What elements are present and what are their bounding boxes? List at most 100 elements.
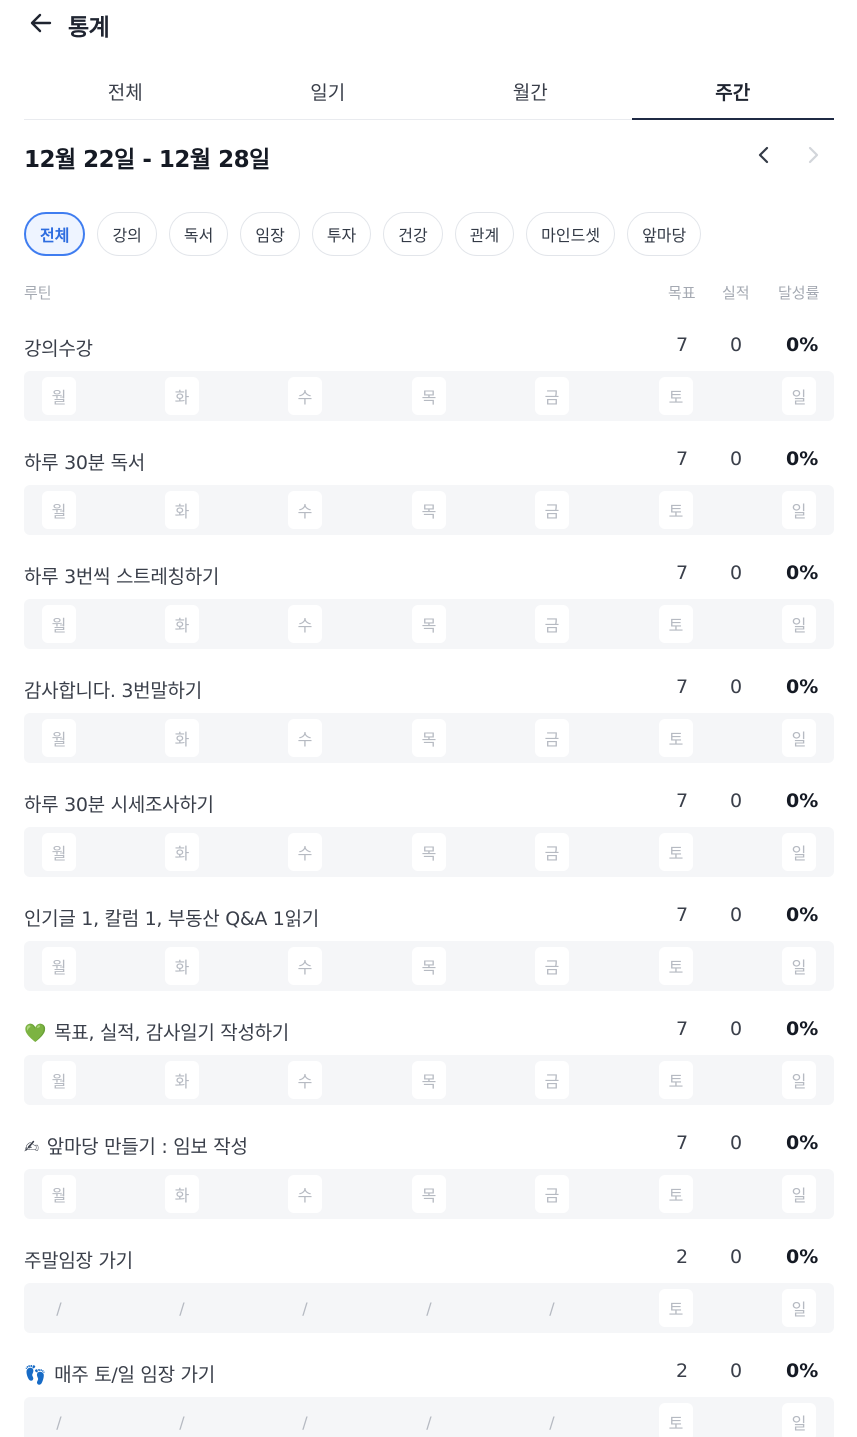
routine-title-text: 매주 토/일 임장 가기 <box>54 1364 215 1386</box>
day-cell[interactable]: 수 <box>288 719 322 757</box>
day-cell[interactable]: 목 <box>412 377 446 415</box>
routine-goal: 7 <box>676 676 689 698</box>
routine-row[interactable]: 하루 30분 독서 7 0 0% 월 화 수 목 금 토 일 <box>24 440 834 554</box>
day-cell[interactable]: 토 <box>659 719 693 757</box>
day-cell[interactable]: 일 <box>782 377 816 415</box>
day-cell[interactable]: 일 <box>782 491 816 529</box>
routine-row[interactable]: 주말임장 가기 2 0 0% / / / / / 토 일 <box>24 1238 834 1352</box>
day-cell[interactable]: 금 <box>535 833 569 871</box>
day-cell[interactable]: 토 <box>659 377 693 415</box>
day-cell[interactable]: 금 <box>535 491 569 529</box>
chip-reading[interactable]: 독서 <box>168 212 229 256</box>
day-cell[interactable]: 수 <box>288 1061 322 1099</box>
routine-row[interactable]: 👣 매주 토/일 임장 가기 2 0 0% / / / / / 토 일 <box>24 1352 834 1437</box>
day-cell[interactable]: 수 <box>288 377 322 415</box>
tab-monthly[interactable]: 월간 <box>429 68 632 119</box>
day-cell-unscheduled: / <box>302 1412 308 1432</box>
day-cell[interactable]: 금 <box>535 377 569 415</box>
routine-title: 강의수강 <box>24 334 93 361</box>
day-cell[interactable]: 금 <box>535 719 569 757</box>
day-cell[interactable]: 목 <box>412 947 446 985</box>
day-cell[interactable]: 수 <box>288 1175 322 1213</box>
day-cell[interactable]: 수 <box>288 833 322 871</box>
day-cell[interactable]: 월 <box>42 1061 76 1099</box>
day-cell[interactable]: 일 <box>782 833 816 871</box>
routine-row[interactable]: 💚 목표, 실적, 감사일기 작성하기 7 0 0% 월 화 수 목 금 토 일 <box>24 1010 834 1124</box>
day-cell[interactable]: 토 <box>659 1289 693 1327</box>
day-cell[interactable]: 목 <box>412 719 446 757</box>
day-cell[interactable]: 화 <box>165 947 199 985</box>
day-cell-unscheduled: / <box>56 1298 62 1318</box>
day-cell[interactable]: 목 <box>412 605 446 643</box>
chip-health[interactable]: 건강 <box>383 212 443 256</box>
day-cell[interactable]: 목 <box>412 491 446 529</box>
routine-row[interactable]: 하루 3번씩 스트레칭하기 7 0 0% 월 화 수 목 금 토 일 <box>24 554 834 668</box>
routine-row[interactable]: 감사합니다. 3번말하기 7 0 0% 월 화 수 목 금 토 일 <box>24 668 834 782</box>
day-cell[interactable]: 월 <box>42 605 76 643</box>
tab-all[interactable]: 전체 <box>24 68 227 119</box>
day-cell[interactable]: 월 <box>42 947 76 985</box>
previous-week-chevron-icon[interactable] <box>751 142 777 168</box>
chip-site-visit[interactable]: 임장 <box>240 212 300 256</box>
day-cell[interactable]: 토 <box>659 833 693 871</box>
day-cell[interactable]: 월 <box>42 491 76 529</box>
day-cell[interactable]: 토 <box>659 947 693 985</box>
routine-rate: 0% <box>786 562 819 584</box>
day-cell[interactable]: 목 <box>412 1175 446 1213</box>
day-cell[interactable]: 월 <box>42 377 76 415</box>
day-cell[interactable]: 일 <box>782 947 816 985</box>
routine-rate: 0% <box>786 904 819 926</box>
chip-relationship[interactable]: 관계 <box>454 212 515 256</box>
day-cell[interactable]: 수 <box>288 947 322 985</box>
tab-weekly[interactable]: 주간 <box>631 68 835 120</box>
tab-diary[interactable]: 일기 <box>227 68 430 119</box>
chip-all[interactable]: 전체 <box>24 212 86 256</box>
day-cell[interactable]: 금 <box>535 605 569 643</box>
day-cell[interactable]: 목 <box>412 1061 446 1099</box>
day-cell[interactable]: 토 <box>659 1403 693 1437</box>
chip-mindset[interactable]: 마인드셋 <box>526 212 616 256</box>
day-cell[interactable]: 월 <box>42 833 76 871</box>
routine-actual: 0 <box>730 448 743 470</box>
routine-row[interactable]: 하루 30분 시세조사하기 7 0 0% 월 화 수 목 금 토 일 <box>24 782 834 896</box>
day-cell[interactable]: 수 <box>288 491 322 529</box>
routine-title: 💚 목표, 실적, 감사일기 작성하기 <box>24 1018 289 1045</box>
day-cell[interactable]: 화 <box>165 491 199 529</box>
day-cell[interactable]: 토 <box>659 1061 693 1099</box>
day-cell[interactable]: 일 <box>782 719 816 757</box>
day-cell[interactable]: 일 <box>782 1175 816 1213</box>
day-cell[interactable]: 일 <box>782 1289 816 1327</box>
routine-row[interactable]: 강의수강 7 0 0% 월 화 수 목 금 토 일 <box>24 326 834 440</box>
day-cell[interactable]: 화 <box>165 719 199 757</box>
chip-investment[interactable]: 투자 <box>311 212 372 256</box>
day-cell[interactable]: 화 <box>165 833 199 871</box>
next-week-chevron-icon[interactable] <box>800 142 826 168</box>
day-cell[interactable]: 일 <box>782 1403 816 1437</box>
day-cell[interactable]: 일 <box>782 605 816 643</box>
routine-actual: 0 <box>730 790 743 812</box>
routine-actual: 0 <box>730 562 743 584</box>
day-cell[interactable]: 금 <box>535 1061 569 1099</box>
day-cell[interactable]: 토 <box>659 1175 693 1213</box>
routine-title-text: 하루 30분 시세조사하기 <box>24 794 214 816</box>
day-cell[interactable]: 금 <box>535 947 569 985</box>
day-cell[interactable]: 목 <box>412 833 446 871</box>
day-cell[interactable]: 화 <box>165 377 199 415</box>
routine-row[interactable]: ✍ 앞마당 만들기 : 임보 작성 7 0 0% 월 화 수 목 금 토 일 <box>24 1124 834 1238</box>
day-cell[interactable]: 월 <box>42 719 76 757</box>
day-cell[interactable]: 일 <box>782 1061 816 1099</box>
day-cell[interactable]: 토 <box>659 491 693 529</box>
day-cell[interactable]: 토 <box>659 605 693 643</box>
day-cell[interactable]: 화 <box>165 1175 199 1213</box>
chip-front-yard[interactable]: 앞마당 <box>627 212 702 256</box>
day-cell[interactable]: 금 <box>535 1175 569 1213</box>
back-arrow-icon[interactable] <box>28 10 54 36</box>
day-cell[interactable]: 수 <box>288 605 322 643</box>
chip-lecture[interactable]: 강의 <box>97 212 157 256</box>
day-cell[interactable]: 화 <box>165 1061 199 1099</box>
weekday-tracker: 월화수목금토일 <box>24 713 834 763</box>
routine-row[interactable]: 인기글 1, 칼럼 1, 부동산 Q&A 1읽기 7 0 0% 월 화 수 목 금 토 일 <box>24 896 834 1010</box>
day-cell[interactable]: 화 <box>165 605 199 643</box>
actual-column-header: 실적 <box>722 284 750 302</box>
day-cell[interactable]: 월 <box>42 1175 76 1213</box>
